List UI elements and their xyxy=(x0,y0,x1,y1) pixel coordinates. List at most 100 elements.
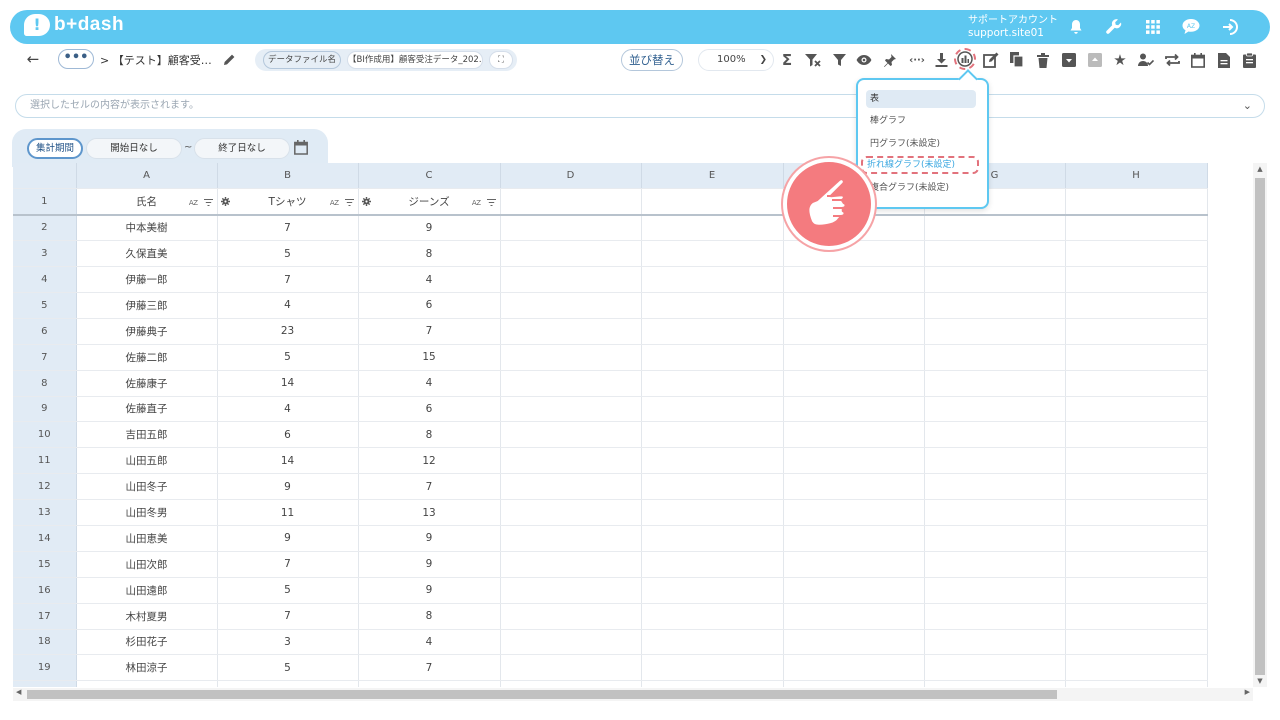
grid-cell[interactable] xyxy=(1065,551,1208,578)
grid-cell[interactable] xyxy=(641,654,784,682)
breadcrumb[interactable]: > 【テスト】顧客受… xyxy=(100,52,212,68)
grid-cell[interactable] xyxy=(1065,214,1208,242)
download-icon[interactable] xyxy=(932,50,950,70)
chart-icon[interactable] xyxy=(954,48,976,70)
sigma-icon[interactable]: Σ xyxy=(778,50,796,70)
row-number[interactable]: 1 xyxy=(13,188,77,216)
edit-icon[interactable] xyxy=(982,50,1000,70)
grid-cell[interactable] xyxy=(641,551,784,578)
cell-name[interactable]: 山田冬男 xyxy=(76,499,218,526)
grid-cell[interactable] xyxy=(641,473,784,501)
grid-cell[interactable] xyxy=(500,240,642,268)
cell-jeans[interactable] xyxy=(358,680,501,687)
logo[interactable]: ! b+dash xyxy=(24,14,124,36)
cell-name[interactable]: 木村夏男 xyxy=(76,603,218,630)
grid-cell[interactable] xyxy=(924,473,1066,501)
row-number[interactable]: 4 xyxy=(13,266,77,293)
row-number[interactable]: 17 xyxy=(13,603,77,630)
grid-cell[interactable] xyxy=(500,214,642,242)
cell-name[interactable]: 佐藤康子 xyxy=(76,370,218,397)
grid-cell[interactable] xyxy=(783,292,925,319)
cell-jeans[interactable]: 4 xyxy=(358,629,501,656)
grid-cell[interactable] xyxy=(500,654,642,682)
grid-cell[interactable] xyxy=(500,551,642,578)
grid-cell[interactable] xyxy=(1065,680,1208,687)
star-icon[interactable]: ★ xyxy=(1111,50,1129,70)
column-header-b[interactable]: B xyxy=(217,163,359,190)
grid-cell[interactable] xyxy=(1065,370,1208,397)
cell-tshirt[interactable]: 14 xyxy=(216,447,359,475)
logout-icon[interactable] xyxy=(1219,16,1241,38)
grid-cell[interactable] xyxy=(641,370,784,397)
grid-apps-icon[interactable] xyxy=(1142,16,1164,38)
grid-cell[interactable] xyxy=(924,525,1066,552)
grid-cell[interactable] xyxy=(500,603,642,630)
grid-cell[interactable] xyxy=(641,396,784,423)
row-number[interactable]: 14 xyxy=(13,525,77,552)
rename-pencil-icon[interactable] xyxy=(220,50,238,68)
cell-tshirt[interactable] xyxy=(216,680,359,687)
cell-jeans[interactable]: 9 xyxy=(358,551,501,578)
cell-tshirt[interactable]: 9 xyxy=(216,525,359,552)
file-source-chip[interactable]: 【BI作成用】顧客受注データ_202... xyxy=(347,51,483,69)
grid-cell[interactable] xyxy=(924,654,1066,682)
grid-cell[interactable] xyxy=(783,370,925,397)
cell-jeans[interactable]: 12 xyxy=(358,447,501,475)
cell-tshirt[interactable]: 6 xyxy=(216,421,359,449)
wrench-icon[interactable] xyxy=(1103,16,1125,38)
cell-jeans[interactable]: 7 xyxy=(358,473,501,501)
grid-cell[interactable] xyxy=(641,447,784,475)
column-filter-icon[interactable] xyxy=(486,197,496,209)
cell-name[interactable]: 佐藤二郎 xyxy=(76,344,218,371)
grid-cell[interactable] xyxy=(641,292,784,319)
filter-clear-icon[interactable] xyxy=(804,50,822,70)
cell-jeans[interactable]: 4 xyxy=(358,266,501,293)
cell-jeans[interactable]: 4 xyxy=(358,370,501,397)
grid-cell[interactable] xyxy=(641,680,784,687)
cell-jeans[interactable]: 8 xyxy=(358,240,501,268)
row-number[interactable]: 10 xyxy=(13,421,77,449)
clipboard-icon[interactable] xyxy=(1240,50,1258,70)
more-button[interactable]: ••• xyxy=(58,49,94,69)
grid-cell[interactable] xyxy=(783,266,925,293)
horizontal-scroll-thumb[interactable] xyxy=(27,690,1057,699)
sort-button[interactable]: 並び替え xyxy=(621,49,683,71)
grid-cell[interactable] xyxy=(1065,318,1208,345)
cell-jeans[interactable]: 9 xyxy=(358,214,501,242)
grid-cell[interactable] xyxy=(924,292,1066,319)
row-number[interactable]: 20 xyxy=(13,680,77,687)
scroll-left-icon[interactable]: ◀ xyxy=(16,688,21,696)
grid-cell[interactable] xyxy=(924,318,1066,345)
grid-cell[interactable] xyxy=(641,266,784,293)
menu-item-table[interactable]: 表 xyxy=(866,90,976,108)
cell-name[interactable]: 伊藤典子 xyxy=(76,318,218,345)
grid-cell[interactable] xyxy=(500,473,642,501)
field-header-jeans[interactable]: ジーンズ AZ xyxy=(358,188,501,216)
row-number[interactable]: 6 xyxy=(13,318,77,345)
calendar-icon[interactable] xyxy=(294,140,312,158)
cell-name[interactable]: 伊藤一郎 xyxy=(76,266,218,293)
start-date-chip[interactable]: 開始日なし xyxy=(86,138,182,159)
column-header-e[interactable]: E xyxy=(641,163,784,190)
grid-cell[interactable] xyxy=(1065,473,1208,501)
cell-name[interactable]: 久保直美 xyxy=(76,240,218,268)
horizontal-scrollbar[interactable]: ◀ ▶ xyxy=(13,688,1253,701)
row-number[interactable]: 12 xyxy=(13,473,77,501)
grid-cell[interactable] xyxy=(783,318,925,345)
grid-cell[interactable] xyxy=(641,344,784,371)
pin-icon[interactable] xyxy=(881,50,899,70)
grid-cell[interactable] xyxy=(500,680,642,687)
user-check-icon[interactable] xyxy=(1137,50,1155,70)
file-name-chip[interactable]: データファイル名 xyxy=(263,51,341,69)
grid-cell[interactable] xyxy=(1065,577,1208,604)
scroll-up-icon[interactable]: ▲ xyxy=(1253,165,1267,173)
grid-cell[interactable] xyxy=(783,499,925,526)
row-number[interactable]: 19 xyxy=(13,654,77,682)
sort-az-icon[interactable]: AZ xyxy=(330,199,339,207)
gear-icon[interactable] xyxy=(361,197,371,209)
cell-name[interactable]: 山田五郎 xyxy=(76,447,218,475)
vertical-scroll-thumb[interactable] xyxy=(1255,178,1265,675)
grid-cell[interactable] xyxy=(500,370,642,397)
grid-cell[interactable] xyxy=(500,447,642,475)
grid-cell[interactable] xyxy=(924,240,1066,268)
